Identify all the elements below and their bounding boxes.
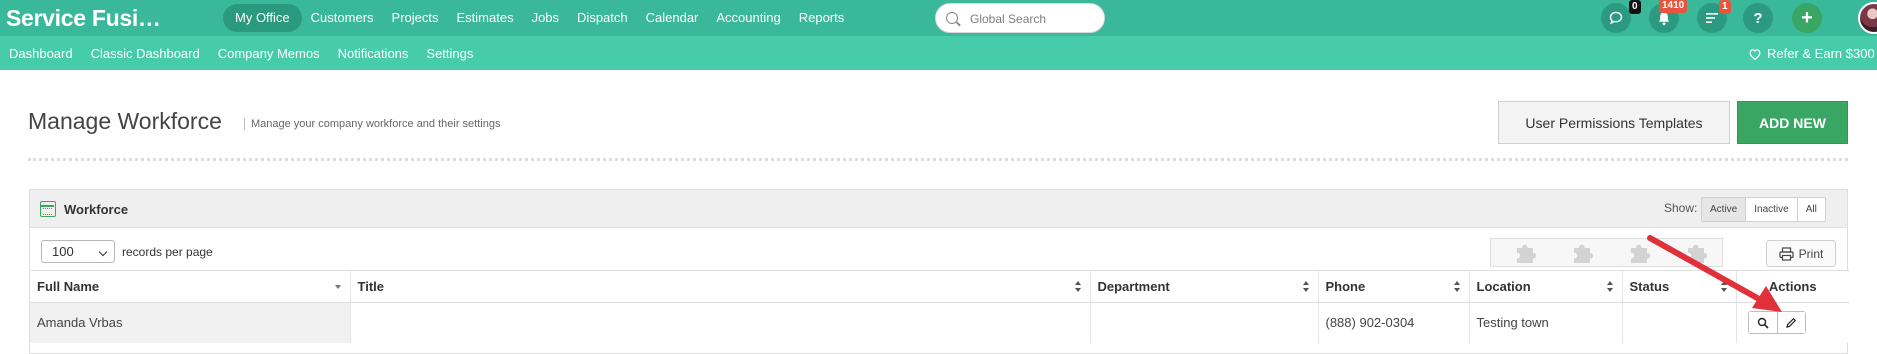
show-all-option[interactable]: All [1796,198,1825,221]
show-filter-toggle: Active Inactive All [1701,197,1826,222]
column-header-location[interactable]: Location [1468,270,1622,303]
edit-button[interactable] [1776,312,1805,334]
search-icon [946,12,958,24]
help-icon: ? [1753,9,1763,27]
column-header-status[interactable]: Status [1621,270,1736,303]
subnav-dashboard[interactable]: Dashboard [0,46,82,61]
cell-full-name: Amanda Vrbas [30,302,350,343]
puzzle-icon[interactable] [1514,242,1538,264]
calendar-grid-icon [40,201,56,217]
notification-count-badge: 1410 [1659,0,1688,13]
magnifier-icon [1757,317,1769,329]
cell-title [349,302,1090,343]
sort-icon [1720,281,1728,293]
column-header-department[interactable]: Department [1089,270,1318,303]
workforce-panel: Workforce Show: Active Inactive All 100 … [29,189,1849,354]
show-inactive-option[interactable]: Inactive [1745,198,1797,221]
brand-logo[interactable]: Service Fusi… [6,5,161,32]
nav-accounting[interactable]: Accounting [707,4,789,32]
nav-calendar[interactable]: Calendar [637,4,708,32]
quick-add-button[interactable]: + [1792,3,1822,33]
sub-navbar: Dashboard Classic Dashboard Company Memo… [0,36,1877,70]
global-search [935,3,1105,33]
column-header-actions: Actions [1735,270,1849,303]
puzzle-icon[interactable] [1628,242,1652,264]
header-divider [28,158,1848,161]
print-button[interactable]: Print [1766,240,1836,267]
show-active-option[interactable]: Active [1702,198,1746,221]
puzzle-icon[interactable] [1571,242,1595,264]
records-per-page-select[interactable]: 100 [41,240,115,263]
view-button[interactable] [1748,312,1777,334]
subnav-notifications[interactable]: Notifications [329,46,418,61]
records-per-page-value: 100 [52,244,74,259]
nav-jobs[interactable]: Jobs [523,4,568,32]
print-label: Print [1798,246,1824,261]
user-permissions-templates-button[interactable]: User Permissions Templates [1498,101,1730,144]
sort-desc-icon [334,281,342,293]
top-navbar: Service Fusi… My Office Customers Projec… [0,0,1877,36]
cell-phone: (888) 902-0304 [1317,302,1469,343]
printer-icon [1779,246,1794,261]
sub-nav: Dashboard Classic Dashboard Company Memo… [0,36,482,70]
table-tools-group [1490,238,1723,267]
subnav-company-memos[interactable]: Company Memos [209,46,329,61]
table-toolbar: 100 records per page Print [30,228,1847,270]
subnav-settings[interactable]: Settings [417,46,482,61]
heart-icon [1749,48,1761,60]
show-filter-label: Show: [1664,201,1698,215]
global-search-input[interactable] [970,10,1095,28]
user-avatar[interactable] [1858,2,1877,34]
panel-title: Workforce [64,202,129,217]
help-button[interactable]: ? [1743,3,1773,33]
pencil-icon [1786,317,1797,328]
nav-projects[interactable]: Projects [383,4,448,32]
plus-icon: + [1801,6,1813,29]
page-subtitle: Manage your company workforce and their … [244,118,500,130]
subnav-classic-dashboard[interactable]: Classic Dashboard [82,46,209,61]
cell-location: Testing town [1468,302,1622,343]
sort-icon [1606,281,1614,293]
sort-icon [1453,281,1461,293]
table-header-row: Full Name Title Department Phone Locatio… [30,270,1849,303]
nav-reports[interactable]: Reports [790,4,854,32]
chat-bubble-icon [1609,11,1623,25]
row-actions [1747,311,1806,335]
cell-status [1621,302,1736,343]
chat-button[interactable] [1601,3,1631,33]
panel-header: Workforce Show: Active Inactive All [30,190,1847,228]
nav-my-office[interactable]: My Office [223,4,302,32]
workforce-table: Full Name Title Department Phone Locatio… [30,270,1849,343]
cell-actions [1735,302,1849,343]
refer-earn-label: Refer & Earn $300 [1767,46,1875,61]
refer-earn-link[interactable]: Refer & Earn $300 [1748,46,1875,61]
add-new-button[interactable]: ADD NEW [1737,101,1848,144]
chat-count-badge: 0 [1629,0,1641,14]
list-icon [1706,13,1718,23]
nav-customers[interactable]: Customers [302,4,383,32]
cell-department [1089,302,1318,343]
nav-estimates[interactable]: Estimates [448,4,523,32]
column-header-title[interactable]: Title [349,270,1090,303]
table-row: Amanda Vrbas (888) 902-0304 Testing town [30,302,1849,343]
column-header-phone[interactable]: Phone [1317,270,1469,303]
sort-icon [1074,281,1082,293]
puzzle-icon[interactable] [1685,242,1709,264]
sort-icon [1302,281,1310,293]
tasks-count-badge: 1 [1719,0,1731,14]
page-title: Manage Workforce [28,108,222,134]
chevron-down-icon [98,247,108,257]
records-per-page-label: records per page [122,245,213,259]
nav-dispatch[interactable]: Dispatch [568,4,637,32]
main-nav: My Office Customers Projects Estimates J… [223,3,853,33]
column-header-full-name[interactable]: Full Name [30,270,350,303]
